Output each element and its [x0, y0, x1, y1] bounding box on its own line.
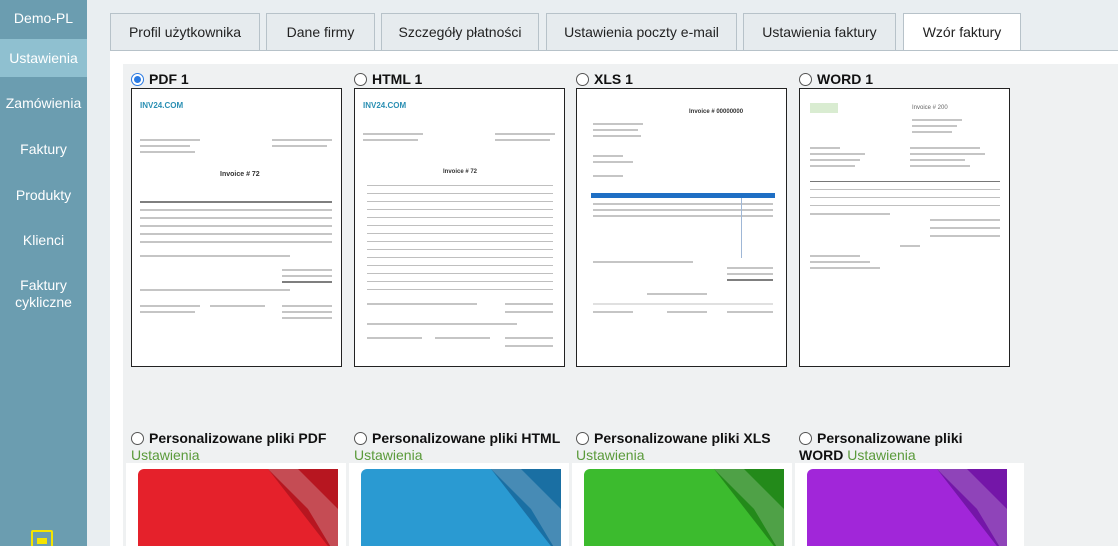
template-label: WORD 1 — [817, 71, 873, 87]
logout-icon[interactable] — [31, 530, 53, 546]
settings-link[interactable]: Ustawienia — [847, 447, 915, 463]
radio-html[interactable] — [354, 72, 367, 86]
sidebar-item-orders[interactable]: Zamówienia — [0, 95, 87, 112]
template-preview-pdf[interactable]: INV24.COM Invoice # 72 — [131, 88, 342, 367]
sidebar-divider — [87, 0, 110, 546]
custom-settings-link-html[interactable]: Ustawienia — [354, 447, 422, 464]
sidebar: Demo-PL Ustawienia Zamówienia Faktury Pr… — [0, 0, 87, 546]
radio-custom-pdf[interactable] — [131, 431, 144, 445]
custom-option-pdf[interactable]: Personalizowane pliki PDF — [131, 430, 326, 446]
custom-label: Personalizowane pliki — [817, 430, 963, 446]
template-option-html[interactable]: HTML 1 — [354, 71, 422, 87]
sidebar-item-account[interactable]: Demo-PL — [0, 10, 87, 27]
settings-link[interactable]: Ustawienia — [354, 447, 422, 463]
preview-logo-icon — [810, 103, 838, 113]
preview-title: Invoice # 00000000 — [689, 109, 744, 115]
tab-payment-details[interactable]: Szczegóły płatności — [381, 13, 539, 51]
preview-logo: INV24.COM — [140, 101, 184, 110]
custom-option-xls[interactable]: Personalizowane pliki XLS — [576, 430, 771, 446]
radio-custom-xls[interactable] — [576, 431, 589, 445]
template-preview-word[interactable]: Invoice # 200 — [799, 88, 1010, 367]
sidebar-item-invoices[interactable]: Faktury — [0, 141, 87, 158]
custom-label-word-line2: WORD Ustawienia — [799, 447, 916, 464]
template-preview-xls[interactable]: Invoice # 00000000 — [576, 88, 787, 367]
preview-title: Invoice # 72 — [220, 171, 260, 178]
template-label: PDF 1 — [149, 71, 189, 87]
tab-company-data[interactable]: Dane firmy — [266, 13, 375, 51]
sidebar-item-products[interactable]: Produkty — [0, 187, 87, 204]
template-label: HTML 1 — [372, 71, 423, 87]
custom-label: Personalizowane pliki HTML — [372, 430, 561, 446]
radio-xls[interactable] — [576, 72, 589, 86]
custom-label: Personalizowane pliki XLS — [594, 430, 771, 446]
radio-pdf[interactable] — [131, 72, 144, 86]
tab-invoice-template[interactable]: Wzór faktury — [903, 13, 1021, 52]
preview-logo: INV24.COM — [363, 101, 407, 110]
sidebar-item-recurring-invoices[interactable]: Faktury cykliczne — [0, 277, 87, 311]
preview-title: Invoice # 72 — [443, 169, 478, 175]
radio-word[interactable] — [799, 72, 812, 86]
custom-option-html[interactable]: Personalizowane pliki HTML — [354, 430, 560, 446]
custom-settings-link-pdf[interactable]: Ustawienia — [131, 447, 199, 464]
custom-settings-link-xls[interactable]: Ustawienia — [576, 447, 644, 464]
sidebar-item-clients[interactable]: Klienci — [0, 232, 87, 249]
radio-custom-html[interactable] — [354, 431, 367, 445]
template-option-xls[interactable]: XLS 1 — [576, 71, 633, 87]
custom-pdf-file-icon[interactable] — [126, 463, 346, 546]
custom-html-file-icon[interactable] — [349, 463, 569, 546]
template-option-word[interactable]: WORD 1 — [799, 71, 873, 87]
template-preview-html[interactable]: INV24.COM Invoice # 72 — [354, 88, 565, 367]
tab-email-settings[interactable]: Ustawienia poczty e-mail — [546, 13, 737, 51]
sidebar-item-settings[interactable]: Ustawienia — [0, 39, 87, 77]
tab-user-profile[interactable]: Profil użytkownika — [110, 13, 260, 51]
settings-link[interactable]: Ustawienia — [576, 447, 644, 463]
custom-option-word[interactable]: Personalizowane pliki — [799, 430, 963, 446]
radio-custom-word[interactable] — [799, 431, 812, 445]
custom-label: Personalizowane pliki PDF — [149, 430, 327, 446]
custom-xls-file-icon[interactable] — [572, 463, 792, 546]
template-label: XLS 1 — [594, 71, 633, 87]
custom-word-file-icon[interactable] — [795, 463, 1024, 546]
settings-link[interactable]: Ustawienia — [131, 447, 199, 463]
template-option-pdf[interactable]: PDF 1 — [131, 71, 189, 87]
preview-title: Invoice # 200 — [912, 105, 948, 111]
custom-label-word: WORD — [799, 447, 844, 463]
tab-invoice-settings[interactable]: Ustawienia faktury — [743, 13, 896, 51]
